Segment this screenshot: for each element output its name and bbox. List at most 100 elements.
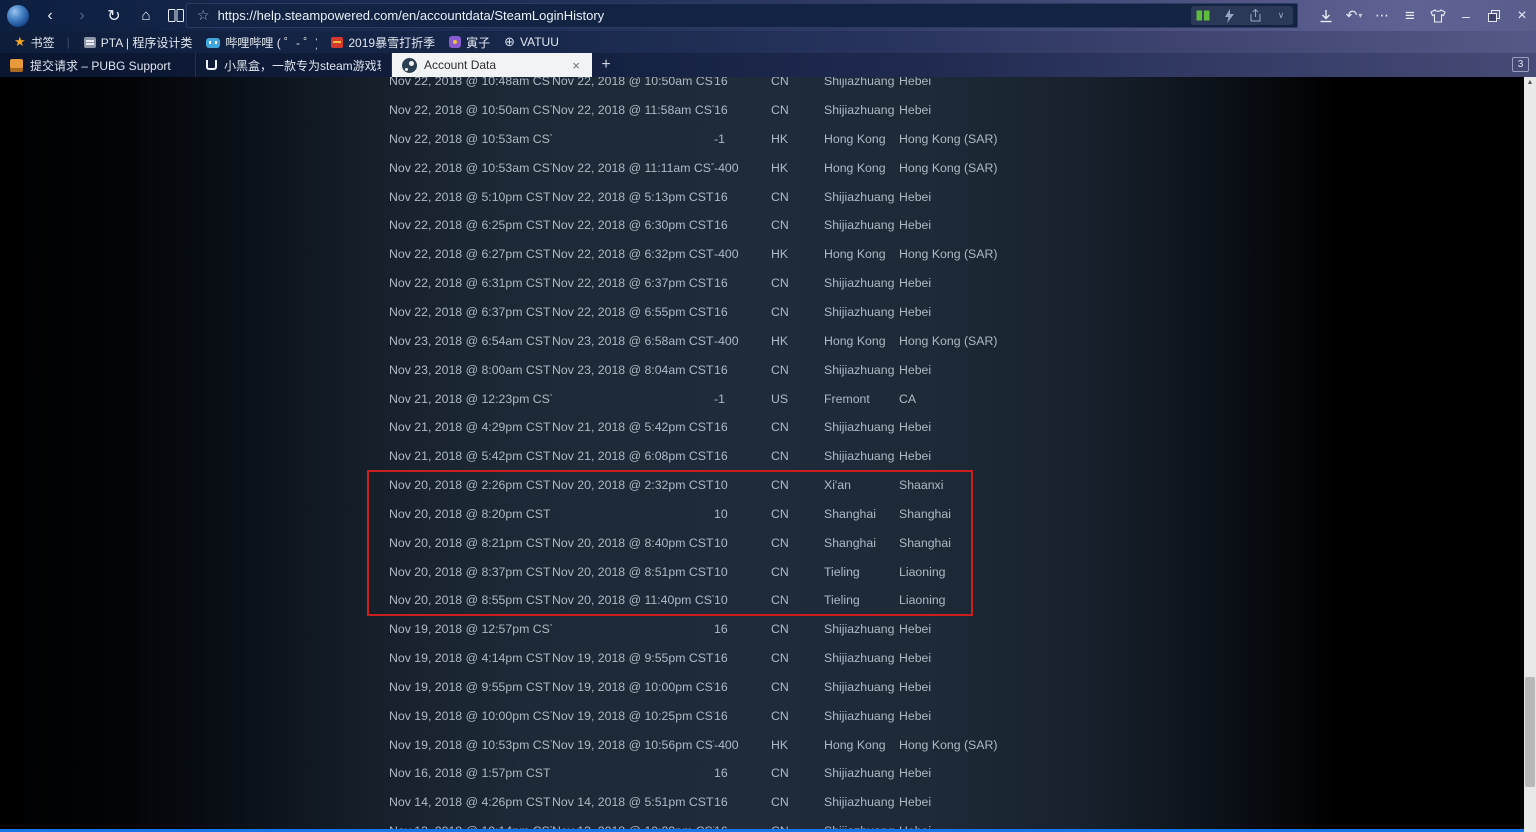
favorite-star-icon[interactable]: ☆ bbox=[197, 7, 210, 24]
browser-logo-icon[interactable] bbox=[7, 5, 29, 27]
home-icon[interactable]: ⌂ bbox=[133, 4, 159, 28]
main-menu-icon[interactable]: ≡ bbox=[1396, 3, 1424, 29]
sniffer-lightning-icon[interactable] bbox=[1221, 8, 1237, 24]
cell-login-time: Nov 14, 2018 @ 4:26pm CST bbox=[389, 795, 552, 809]
table-row: Nov 20, 2018 @ 8:55pm CST Nov 20, 2018 @… bbox=[389, 586, 1524, 615]
cell-login-time: Nov 20, 2018 @ 8:20pm CST bbox=[389, 507, 552, 521]
cell-country: HK bbox=[771, 738, 824, 752]
bookmarks-bar: ★ 书签 | PTA | 程序设计类 哔哩哔哩 ( ゜- ゜)つ 2019暴雪打… bbox=[0, 31, 1536, 53]
bookmark-label: 哔哩哔哩 ( ゜- ゜)つ bbox=[225, 34, 317, 51]
cell-region: Liaoning bbox=[899, 593, 1524, 607]
cell-city: Hong Kong bbox=[824, 334, 899, 348]
cell-logout-time: Nov 22, 2018 @ 11:58am CST bbox=[552, 103, 714, 117]
cell-country: CN bbox=[771, 276, 824, 290]
cell-region: Hong Kong (SAR) bbox=[899, 247, 1524, 261]
bookmark-item-pta[interactable]: PTA | 程序设计类 bbox=[84, 34, 193, 51]
table-row: Nov 22, 2018 @ 10:50am CST Nov 22, 2018 … bbox=[389, 96, 1524, 125]
url-text[interactable]: https://help.steampowered.com/en/account… bbox=[218, 8, 605, 23]
cell-country: CN bbox=[771, 363, 824, 377]
cell-country: CN bbox=[771, 218, 824, 232]
refresh-icon[interactable]: ↻ bbox=[101, 4, 127, 28]
bookmark-label: PTA | 程序设计类 bbox=[101, 34, 193, 51]
cell-region: Hebei bbox=[899, 622, 1524, 636]
cell-login-time: Nov 20, 2018 @ 8:37pm CST bbox=[389, 565, 552, 579]
cell-region: Hebei bbox=[899, 651, 1524, 665]
new-tab-button[interactable]: + bbox=[592, 53, 620, 77]
cell-region: Shaanxi bbox=[899, 478, 1524, 492]
cell-login-time: Nov 23, 2018 @ 6:54am CST bbox=[389, 334, 552, 348]
scrollbar-thumb[interactable] bbox=[1525, 677, 1535, 787]
cell-city: Shijiazhuang bbox=[824, 363, 899, 377]
cell-city: Shijiazhuang bbox=[824, 680, 899, 694]
red-envelope-icon bbox=[331, 37, 343, 48]
undo-glyph: ↶ bbox=[1346, 7, 1358, 24]
cell-region: Hebei bbox=[899, 363, 1524, 377]
undo-closed-tabs-icon[interactable]: ↶ ▾ bbox=[1340, 3, 1368, 29]
bookmark-item-blizzard-sale[interactable]: 2019暴雪打折季 bbox=[331, 34, 435, 51]
cell-region: Shanghai bbox=[899, 536, 1524, 550]
cell-logout-time: Nov 22, 2018 @ 6:55pm CST bbox=[552, 305, 714, 319]
cell-logout-time: Nov 19, 2018 @ 10:56pm CST bbox=[552, 738, 714, 752]
table-row: Nov 20, 2018 @ 8:20pm CST 10 CN Shanghai… bbox=[389, 499, 1524, 528]
cell-os-code: 16 bbox=[714, 680, 771, 694]
tab-pubg-support[interactable]: 提交请求 – PUBG Support bbox=[0, 53, 196, 77]
cell-country: CN bbox=[771, 305, 824, 319]
cell-logout-time: Nov 23, 2018 @ 6:58am CST bbox=[552, 334, 714, 348]
bookmark-label: 2019暴雪打折季 bbox=[348, 34, 435, 51]
cell-login-time: Nov 22, 2018 @ 6:37pm CST bbox=[389, 305, 552, 319]
cell-city: Shijiazhuang bbox=[824, 709, 899, 723]
cell-logout-time: Nov 19, 2018 @ 9:55pm CST bbox=[552, 651, 714, 665]
cell-os-code: -400 bbox=[714, 161, 771, 175]
table-row: Nov 20, 2018 @ 2:26pm CST Nov 20, 2018 @… bbox=[389, 471, 1524, 500]
cell-os-code: 16 bbox=[714, 651, 771, 665]
tab-heybox[interactable]: 小黑盒，一款专为steam游戏玩家服务 bbox=[196, 53, 392, 77]
cell-logout-time: Nov 22, 2018 @ 10:50am CST bbox=[552, 77, 714, 88]
cell-os-code: -1 bbox=[714, 132, 771, 146]
skin-icon[interactable] bbox=[1424, 3, 1452, 29]
cell-city: Shijiazhuang bbox=[824, 305, 899, 319]
cell-country: CN bbox=[771, 420, 824, 434]
forward-icon[interactable]: › bbox=[69, 4, 95, 28]
cell-region: Hebei bbox=[899, 449, 1524, 463]
cell-country: US bbox=[771, 392, 824, 406]
bookmark-item-bilibili[interactable]: 哔哩哔哩 ( ゜- ゜)つ bbox=[206, 34, 317, 51]
restore-glyph bbox=[1488, 10, 1500, 22]
tab-account-data[interactable]: Account Data × bbox=[392, 53, 592, 77]
tab-count-badge[interactable]: 3 bbox=[1512, 57, 1529, 72]
reader-mode-icon[interactable] bbox=[1195, 8, 1211, 24]
download-icon[interactable] bbox=[1312, 3, 1340, 29]
cell-region: Hong Kong (SAR) bbox=[899, 161, 1524, 175]
vertical-scrollbar[interactable]: ▲ bbox=[1524, 77, 1536, 832]
cell-city: Shijiazhuang bbox=[824, 218, 899, 232]
cell-login-time: Nov 21, 2018 @ 4:29pm CST bbox=[389, 420, 552, 434]
cell-logout-time: Nov 22, 2018 @ 6:37pm CST bbox=[552, 276, 714, 290]
cell-city: Hong Kong bbox=[824, 132, 899, 146]
back-icon[interactable]: ‹ bbox=[37, 4, 63, 28]
minimize-button[interactable]: – bbox=[1452, 3, 1480, 29]
close-button[interactable]: × bbox=[1508, 3, 1536, 29]
cell-city: Shijiazhuang bbox=[824, 103, 899, 117]
cell-logout-time: Nov 19, 2018 @ 10:00pm CST bbox=[552, 680, 714, 694]
cell-region: CA bbox=[899, 392, 1524, 406]
bookmark-item-yinzi[interactable]: 寅子 bbox=[449, 34, 490, 51]
cell-os-code: 16 bbox=[714, 363, 771, 377]
tab-title: 提交请求 – PUBG Support bbox=[30, 57, 185, 74]
cell-city: Shijiazhuang bbox=[824, 276, 899, 290]
cell-logout-time: Nov 20, 2018 @ 11:40pm CST bbox=[552, 593, 714, 607]
cell-os-code: -400 bbox=[714, 334, 771, 348]
address-bar[interactable]: ☆ https://help.steampowered.com/en/accou… bbox=[186, 3, 1298, 28]
restore-button[interactable] bbox=[1480, 3, 1508, 29]
more-options-icon[interactable]: ⋯ bbox=[1368, 3, 1396, 29]
scrollbar-up-arrow-icon[interactable]: ▲ bbox=[1524, 79, 1536, 86]
bookmark-item-vatuu[interactable]: ⊕ VATUU bbox=[504, 34, 559, 50]
cell-region: Shanghai bbox=[899, 507, 1524, 521]
cell-login-time: Nov 22, 2018 @ 10:48am CST bbox=[389, 77, 552, 88]
bookmark-item-shuqian[interactable]: ★ 书签 bbox=[14, 34, 55, 51]
cell-logout-time: Nov 21, 2018 @ 6:08pm CST bbox=[552, 449, 714, 463]
share-glyph bbox=[1249, 9, 1262, 22]
share-icon[interactable] bbox=[1247, 8, 1263, 24]
chevron-down-icon[interactable]: ∨ bbox=[1273, 8, 1289, 24]
tab-close-icon[interactable]: × bbox=[570, 58, 582, 73]
cell-country: CN bbox=[771, 766, 824, 780]
cell-login-time: Nov 22, 2018 @ 5:10pm CST bbox=[389, 190, 552, 204]
